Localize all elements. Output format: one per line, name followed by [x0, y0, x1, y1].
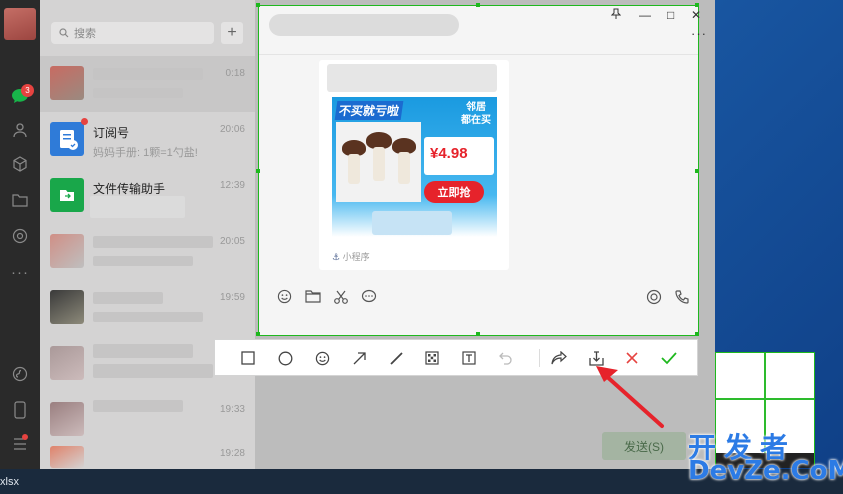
more-icon[interactable]: ··· — [8, 260, 32, 284]
live-icon[interactable] — [646, 289, 662, 308]
minimize-icon[interactable]: — — [639, 8, 651, 22]
add-button[interactable]: + — [221, 22, 243, 44]
ad-side-text: 邻居 都在买 — [461, 102, 491, 126]
ellipse-tool-icon[interactable] — [275, 348, 295, 368]
resize-handle[interactable] — [476, 3, 480, 7]
ad-title: 不买就亏啦 — [334, 101, 404, 120]
list-item[interactable]: 0:18 — [40, 56, 255, 112]
resize-handle[interactable] — [695, 3, 699, 7]
emoji-icon[interactable] — [277, 289, 292, 307]
unread-badge: 3 — [21, 84, 34, 97]
moments-icon[interactable] — [8, 224, 32, 248]
rectangle-tool-icon[interactable] — [238, 348, 258, 368]
call-icon[interactable] — [674, 289, 690, 308]
resize-handle[interactable] — [695, 169, 699, 173]
resize-handle[interactable] — [256, 3, 260, 7]
user-avatar[interactable] — [4, 8, 36, 40]
chat-title-blurred — [269, 14, 459, 36]
toolbar-divider — [539, 349, 540, 367]
screenshot-selection[interactable]: — □ ✕ ··· 不买就亏啦 邻居 都在买 ¥4.98 立即抢 ⚓ 小程序 — [256, 3, 706, 336]
share-icon[interactable] — [549, 348, 569, 368]
mushroom-photo — [336, 122, 421, 202]
avatar — [50, 290, 84, 324]
pen-tool-icon[interactable] — [386, 348, 406, 368]
mosaic-tool-icon[interactable] — [422, 348, 442, 368]
avatar — [50, 66, 84, 100]
maximize-icon[interactable]: □ — [667, 8, 674, 22]
divider — [259, 54, 698, 55]
price-box: ¥4.98 — [424, 137, 494, 175]
mini-program-card[interactable]: 不买就亏啦 邻居 都在买 ¥4.98 立即抢 ⚓ 小程序 — [319, 60, 509, 270]
session-name: 文件传输助手 — [93, 182, 166, 196]
more-options-icon[interactable]: ··· — [691, 26, 707, 41]
emoji-tool-icon[interactable] — [312, 348, 332, 368]
session-time: 0:18 — [225, 68, 245, 79]
icon-sidebar: 3 ··· — [0, 0, 40, 469]
avatar — [50, 402, 84, 436]
close-icon[interactable]: ✕ — [691, 8, 701, 22]
folder-icon[interactable] — [8, 188, 32, 212]
undo-icon[interactable] — [496, 348, 516, 368]
avatar — [50, 234, 84, 268]
resize-handle[interactable] — [476, 332, 480, 336]
list-item[interactable]: 文件传输助手 12:39 — [40, 168, 255, 224]
contacts-icon[interactable] — [8, 118, 32, 142]
list-item[interactable]: 20:05 — [40, 224, 255, 280]
avatar — [50, 446, 84, 468]
session-name: 订阅号 — [93, 126, 130, 140]
session-time: 19:33 — [219, 404, 245, 415]
session-time: 12:39 — [219, 180, 245, 191]
resize-handle[interactable] — [695, 332, 699, 336]
mini-program-label: ⚓ 小程序 — [332, 252, 370, 262]
file-transfer-avatar — [50, 178, 84, 212]
session-time: 19:28 — [219, 448, 245, 459]
ad-image: 不买就亏啦 邻居 都在买 ¥4.98 立即抢 — [332, 97, 497, 237]
send-button[interactable]: 发送(S) — [602, 432, 686, 460]
session-list: 搜索 + 0:18 订阅号 妈妈手册: 1颗=1勺盐! 20:06 文件传输助手… — [40, 0, 255, 469]
red-arrow-annotation — [596, 366, 664, 428]
session-time: 20:05 — [219, 236, 245, 247]
pin-icon[interactable] — [610, 8, 622, 23]
unread-dot — [81, 118, 88, 125]
menu-icon[interactable] — [8, 432, 32, 456]
folder-icon[interactable] — [305, 289, 321, 306]
watermark: DevZe.CoM — [688, 456, 843, 486]
search-placeholder: 搜索 — [74, 28, 96, 40]
session-time: 19:59 — [219, 292, 245, 303]
avatar — [50, 346, 84, 380]
price: ¥4.98 — [430, 145, 468, 162]
buy-now-label: 立即抢 — [424, 181, 484, 203]
phone-icon[interactable] — [8, 398, 32, 422]
list-item[interactable]: 19:28 — [40, 436, 255, 469]
session-time: 20:06 — [219, 124, 245, 135]
text-tool-icon[interactable] — [459, 348, 479, 368]
search-icon — [59, 28, 69, 38]
arrow-tool-icon[interactable] — [349, 348, 369, 368]
list-item[interactable]: 19:59 — [40, 280, 255, 336]
session-preview: 妈妈手册: 1颗=1勺盐! — [93, 147, 198, 159]
resize-handle[interactable] — [256, 169, 260, 173]
list-item[interactable]: 订阅号 妈妈手册: 1颗=1勺盐! 20:06 — [40, 112, 255, 168]
resize-handle[interactable] — [256, 332, 260, 336]
menu-notification-dot — [22, 434, 28, 440]
miniprogram-icon[interactable] — [8, 362, 32, 386]
taskbar-label: xlsx — [0, 476, 19, 488]
chat-bubble-icon[interactable] — [361, 289, 377, 307]
search-input[interactable]: 搜索 — [51, 22, 214, 44]
subscription-avatar — [50, 122, 84, 156]
scissors-icon[interactable] — [333, 289, 349, 308]
cube-icon[interactable] — [8, 152, 32, 176]
